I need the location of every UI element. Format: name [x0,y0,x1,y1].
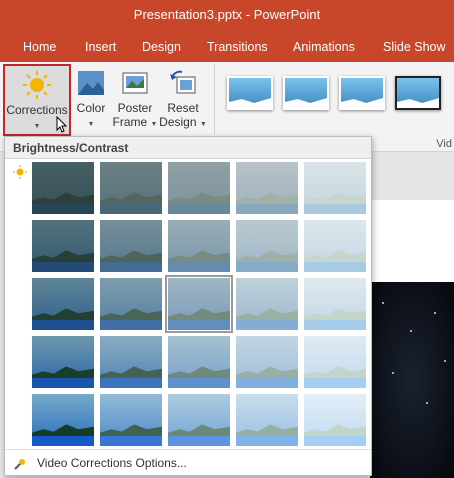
mouse-cursor-icon [56,116,68,133]
brightness-contrast-preset[interactable] [165,275,233,333]
tab-transitions[interactable]: Transitions [207,32,268,62]
brightness-contrast-preset[interactable] [168,336,230,388]
brightness-contrast-preset[interactable] [100,336,162,388]
chevron-down-icon: ▼ [87,121,95,128]
brightness-contrast-preset[interactable] [236,162,298,214]
poster-label: Poster [117,101,153,115]
poster-frame-button[interactable]: Poster Frame ▼ [111,64,159,136]
frame-label: Frame ▼ [112,115,158,129]
tab-home[interactable]: Home [23,32,56,62]
brightness-contrast-preset[interactable] [100,394,162,446]
corrections-options-icon [14,459,25,470]
brightness-contrast-preset[interactable] [304,394,366,446]
brightness-contrast-preset[interactable] [32,220,94,272]
poster-frame-icon [122,72,148,94]
tab-insert[interactable]: Insert [85,32,116,62]
video-style-thumb[interactable] [283,76,329,110]
video-styles-gallery [214,64,454,134]
video-style-thumb[interactable] [395,76,441,110]
brightness-contrast-header: Brightness/Contrast [5,137,371,159]
corrections-label: Corrections [6,103,68,117]
chevron-down-icon: ▼ [33,123,41,130]
tab-animations[interactable]: Animations [293,32,355,62]
brightness-contrast-preset[interactable] [32,394,94,446]
brightness-contrast-preset[interactable] [100,162,162,214]
brightness-contrast-preset[interactable] [236,278,298,330]
slide-canvas [370,200,454,282]
corrections-options-label: Video Corrections Options... [37,456,187,470]
brightness-contrast-preset[interactable] [168,220,230,272]
picture-icon [78,71,104,95]
ribbon-tabs: Home Insert Design Transitions Animation… [0,32,454,62]
brightness-contrast-preset[interactable] [168,394,230,446]
brightness-contrast-preset[interactable] [236,394,298,446]
reset-icon [170,70,196,94]
reset-label: Reset [167,101,199,115]
color-label: Color [76,101,106,115]
brightness-contrast-preset[interactable] [304,336,366,388]
video-style-thumb[interactable] [339,76,385,110]
color-button[interactable]: Color ▼ [73,64,109,136]
brightness-contrast-preset[interactable] [32,162,94,214]
design-label: Design ▼ [159,115,207,129]
brightness-contrast-preset[interactable] [304,278,366,330]
brightness-contrast-preset[interactable] [32,278,94,330]
video-frame [370,282,454,478]
brightness-contrast-preset[interactable] [100,278,162,330]
video-corrections-options-link[interactable]: Video Corrections Options... [5,449,371,475]
brightness-contrast-preset[interactable] [100,220,162,272]
brightness-contrast-preset[interactable] [304,220,366,272]
title-bar: Presentation3.pptx - PowerPoint [0,0,454,32]
tab-slide-show[interactable]: Slide Show [383,32,446,62]
tab-design[interactable]: Design [142,32,181,62]
corrections-dropdown: Brightness/Contrast Video Corrections Op… [4,136,372,476]
sun-icon [23,71,51,99]
reset-design-button[interactable]: Reset Design ▼ [159,64,207,136]
sun-icon [13,165,27,179]
brightness-contrast-preset[interactable] [32,336,94,388]
group-label: Vid [436,138,452,150]
brightness-contrast-preset[interactable] [168,162,230,214]
brightness-contrast-preset[interactable] [236,336,298,388]
brightness-contrast-preset[interactable] [236,220,298,272]
brightness-contrast-preset[interactable] [304,162,366,214]
video-style-thumb[interactable] [227,76,273,110]
